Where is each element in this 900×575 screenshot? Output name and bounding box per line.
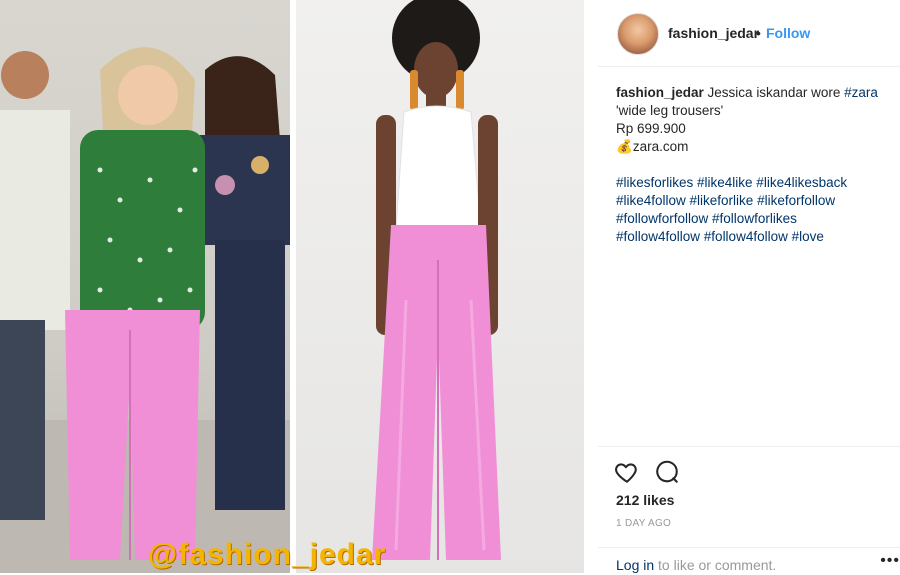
avatar[interactable]: [617, 13, 659, 55]
login-link[interactable]: Log in: [616, 557, 654, 573]
watermark-text: @fashion_jedar: [148, 538, 387, 571]
post-media[interactable]: @fashion_jedar: [0, 0, 598, 573]
hashtag-list: #likesforlikes #like4like #like4likesbac…: [616, 174, 896, 246]
caption-product: 'wide leg trousers': [616, 103, 724, 118]
hashtag-line[interactable]: #likesforlikes #like4like #like4likesbac…: [616, 174, 896, 192]
hashtag-line[interactable]: #like4follow #likeforlike #likeforfollow: [616, 192, 896, 210]
separator-dot: •: [756, 25, 761, 41]
caption-text: Jessica iskandar wore: [707, 85, 841, 100]
header-username[interactable]: fashion_jedar: [668, 25, 759, 41]
caption-price: Rp 699.900: [616, 121, 686, 136]
more-options-icon[interactable]: •••: [880, 552, 900, 570]
post-date: 1 DAY AGO: [616, 518, 672, 529]
celebrity-photo-illustration: [0, 47, 290, 573]
model-photo-illustration: [372, 0, 501, 560]
money-bag-icon: 💰: [616, 139, 633, 154]
comment-bar: Log in to like or comment. •••: [598, 547, 900, 575]
login-prompt: Log in to like or comment.: [616, 557, 776, 573]
login-prompt-text: to like or comment.: [654, 557, 777, 573]
photo-celebrity-group: [0, 0, 290, 573]
heart-icon[interactable]: [614, 459, 642, 487]
post-actions: 212 likes 1 DAY AGO Log in to like or co…: [598, 446, 900, 574]
hashtag-line[interactable]: #follow4follow #follow4follow #love: [616, 228, 896, 246]
likes-count[interactable]: 212 likes: [616, 492, 674, 508]
post-caption: fashion_jedar Jessica iskandar wore #zar…: [616, 84, 886, 156]
caption-site: zara.com: [632, 139, 689, 154]
caption-username[interactable]: fashion_jedar: [616, 85, 704, 100]
hashtag-line[interactable]: #followforfollow #followforlikes: [616, 210, 896, 228]
post-header: fashion_jedar • Follow: [598, 0, 900, 67]
comment-icon[interactable]: [654, 459, 682, 487]
caption-hashtag[interactable]: #zara: [844, 85, 878, 100]
photo-model-product: [296, 0, 584, 573]
post-sidebar: fashion_jedar • Follow fashion_jedar Jes…: [598, 0, 900, 573]
follow-button[interactable]: Follow: [766, 25, 810, 41]
